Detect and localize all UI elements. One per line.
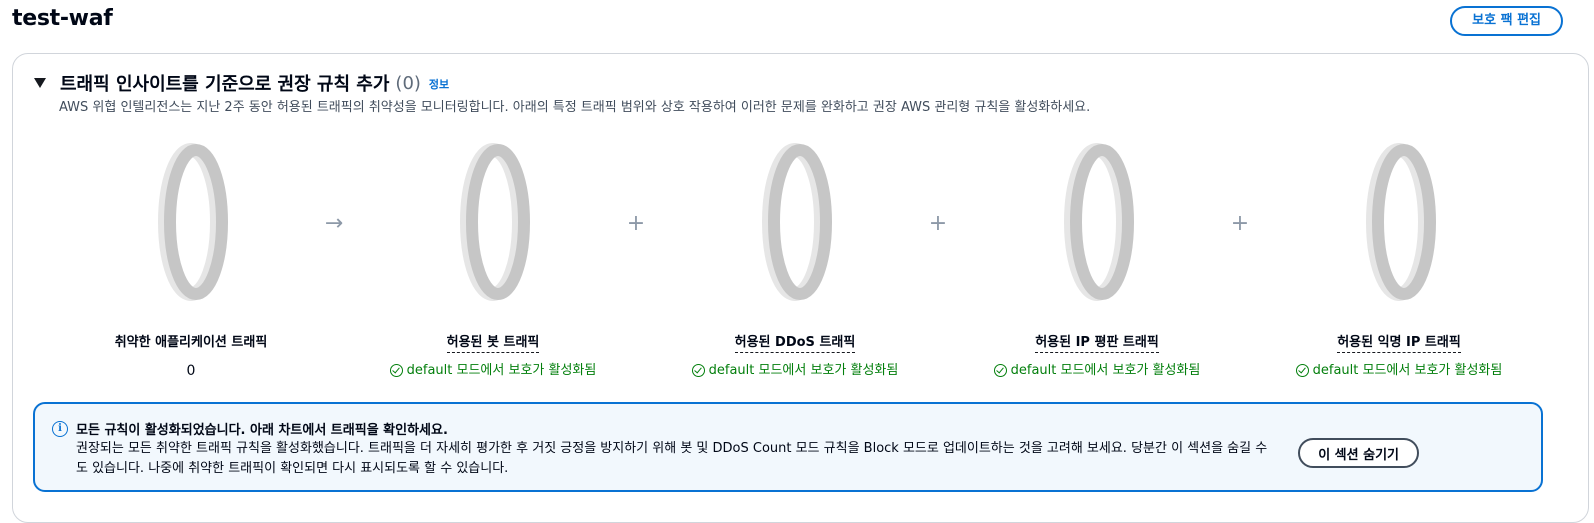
- metric-label-bot[interactable]: 허용된 봇 트래픽: [343, 331, 643, 353]
- page-title: test-waf: [12, 6, 113, 31]
- metric-bot-traffic: 허용된 봇 트래픽 default 모드에서 보호가 활성화됨: [343, 142, 643, 378]
- metric-status: default 모드에서 보호가 활성화됨: [343, 359, 643, 378]
- metric-vulnerable-traffic: 취약한 애플리케이션 트래픽 0: [41, 142, 341, 379]
- metric-status: default 모드에서 보호가 활성화됨: [645, 359, 945, 378]
- ring-chart-icon: [1366, 143, 1436, 301]
- metric-status: default 모드에서 보호가 활성화됨: [1249, 359, 1549, 378]
- section-header[interactable]: 트래픽 인사이트를 기준으로 권장 규칙 추가 (0) 정보: [34, 70, 449, 96]
- metric-value: 0: [186, 363, 196, 379]
- metric-ip-reputation-traffic: 허용된 IP 평판 트래픽 default 모드에서 보호가 활성화됨: [947, 142, 1247, 378]
- status-text: default 모드에서 보호가 활성화됨: [406, 363, 597, 378]
- metric-label-anonymous-ip[interactable]: 허용된 익명 IP 트래픽: [1249, 331, 1549, 353]
- metric-label-ip-reputation[interactable]: 허용된 IP 평판 트래픽: [947, 331, 1247, 353]
- metric-label[interactable]: 허용된 봇 트래픽: [446, 335, 540, 353]
- metric-label-ddos[interactable]: 허용된 DDoS 트래픽: [645, 331, 945, 353]
- info-link[interactable]: 정보: [429, 76, 449, 92]
- check-circle-icon: [389, 364, 403, 377]
- hide-section-button[interactable]: 이 섹션 숨기기: [1298, 438, 1419, 468]
- alert-title: 모든 규칙이 활성화되었습니다. 아래 차트에서 트래픽을 확인하세요.: [76, 423, 448, 438]
- status-text: default 모드에서 보호가 활성화됨: [1010, 363, 1201, 378]
- metric-label[interactable]: 허용된 익명 IP 트래픽: [1337, 335, 1461, 353]
- section-description: AWS 위협 인텔리전스는 지난 2주 동안 허용된 트래픽의 취약성을 모니터…: [59, 100, 1091, 115]
- metric-label: 취약한 애플리케이션 트래픽: [114, 335, 268, 350]
- metric-status: default 모드에서 보호가 활성화됨: [947, 359, 1247, 378]
- recommendation-panel: 트래픽 인사이트를 기준으로 권장 규칙 추가 (0) 정보 AWS 위협 인텔…: [12, 53, 1589, 523]
- ring-chart-icon: [1064, 143, 1134, 301]
- metric-label[interactable]: 허용된 DDoS 트래픽: [734, 335, 856, 353]
- section-title: 트래픽 인사이트를 기준으로 권장 규칙 추가: [60, 74, 390, 95]
- edit-protection-pack-button[interactable]: 보호 팩 편집: [1450, 6, 1563, 36]
- alert-body: 권장되는 모든 취약한 트래픽 규칙을 활성화했습니다. 트래픽을 더 자세히 …: [76, 441, 1268, 476]
- info-alert: i 모든 규칙이 활성화되었습니다. 아래 차트에서 트래픽을 확인하세요. 권…: [33, 402, 1543, 492]
- metric-ddos-traffic: 허용된 DDoS 트래픽 default 모드에서 보호가 활성화됨: [645, 142, 945, 378]
- section-count: (0): [395, 72, 421, 94]
- status-text: default 모드에서 보호가 활성화됨: [1312, 363, 1503, 378]
- info-icon: i: [52, 421, 68, 437]
- metric-label[interactable]: 허용된 IP 평판 트래픽: [1035, 335, 1159, 353]
- status-text: default 모드에서 보호가 활성화됨: [708, 363, 899, 378]
- check-circle-icon: [993, 364, 1007, 377]
- ring-chart-icon: [158, 143, 228, 301]
- ring-chart-icon: [460, 143, 530, 301]
- metric-anonymous-ip-traffic: 허용된 익명 IP 트래픽 default 모드에서 보호가 활성화됨: [1249, 142, 1549, 378]
- caret-down-icon[interactable]: [34, 78, 46, 88]
- ring-chart-icon: [762, 143, 832, 301]
- check-circle-icon: [1295, 364, 1309, 377]
- check-circle-icon: [691, 364, 705, 377]
